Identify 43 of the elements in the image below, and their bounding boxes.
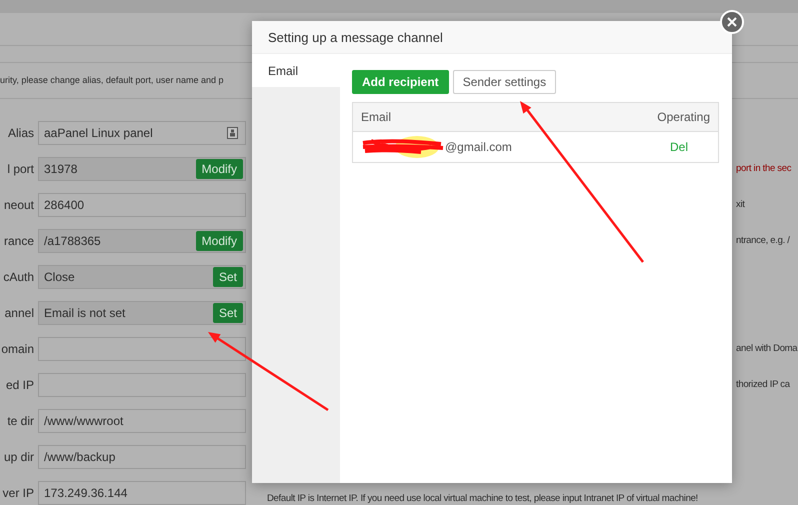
sidebar-tab[interactable]: Email [252, 54, 340, 87]
field-label: rance [2, 233, 34, 250]
security-notice: urity, please change alias, default port, user name and p [0, 75, 224, 85]
field-button[interactable]: Modify [196, 231, 243, 251]
input-field[interactable]: /www/backup [38, 445, 246, 469]
dialog-title: Setting up a message channel [268, 30, 443, 44]
input-field[interactable]: Close Set [38, 265, 246, 289]
field-label: Alias [6, 125, 34, 142]
email-address: @gmail.com [445, 140, 512, 154]
field-label: cAuth [2, 269, 34, 286]
input-field[interactable]: aaPanel Linux panel [38, 121, 246, 145]
field-label: te dir [6, 413, 34, 430]
add-button[interactable]: Add recipient [352, 70, 449, 94]
column-header: Operating [611, 102, 718, 132]
field-label: omain [0, 341, 34, 358]
close-icon [727, 17, 737, 27]
field-label: annel [4, 305, 34, 322]
field-hint: port in the sec [736, 162, 792, 176]
input-field[interactable]: /a1788365 Modify [38, 229, 246, 253]
field-label: up dir [2, 449, 34, 466]
field-hint: thorized IP ca [736, 378, 791, 392]
input-field[interactable]: 31978 Modify [38, 157, 246, 181]
input-field[interactable]: 173.249.36.144 [38, 481, 246, 505]
field-button[interactable]: Set [212, 267, 243, 287]
input-field[interactable] [38, 373, 246, 397]
field-hint: anel with Doma [736, 342, 798, 356]
field-label: l port [6, 161, 34, 178]
field-label: neout [2, 197, 34, 214]
field-label: ed IP [4, 377, 34, 394]
column-header: Email [352, 102, 612, 132]
input-field[interactable]: /www/wwwroot [38, 409, 246, 433]
input-field[interactable] [38, 337, 246, 361]
settings-button[interactable]: Sender settings [452, 70, 556, 94]
delete-link[interactable]: Del [670, 140, 688, 154]
field-button[interactable]: Modify [196, 159, 243, 179]
field-label: ver IP [2, 485, 34, 502]
field-hint: xit [736, 198, 746, 212]
input-field[interactable]: 286400 [38, 193, 246, 217]
field-hint: Default IP is Internet IP. If you need use local virtual machine to test, please input Intranet IP of virtual machine! [267, 492, 699, 505]
input-field[interactable]: Email is not set Set [38, 301, 246, 325]
field-hint: ntrance, e.g. / [736, 234, 791, 248]
field-button[interactable]: Set [212, 303, 243, 323]
document-icon[interactable] [227, 127, 238, 139]
